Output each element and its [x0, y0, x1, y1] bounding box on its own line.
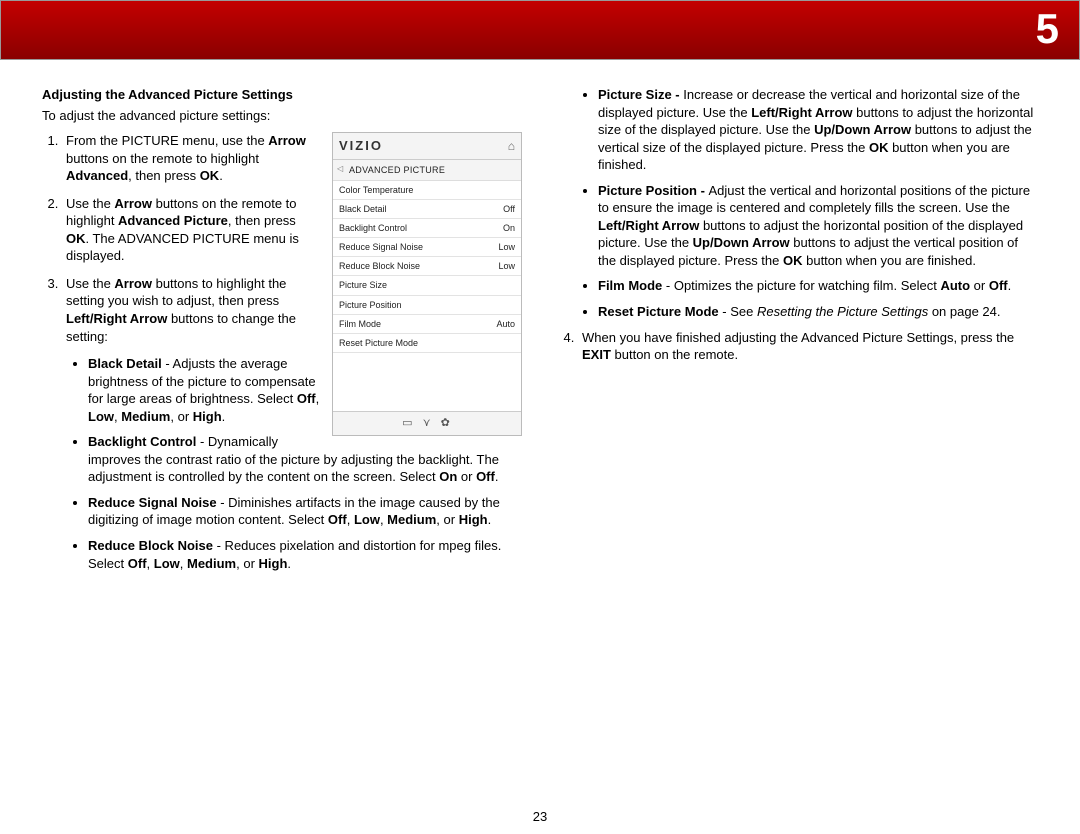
vizio-logo: VIZIO	[339, 137, 383, 155]
osd-footer: ▭ ⋎ ✿	[333, 411, 521, 435]
opt-picture-position: Picture Position - Adjust the vertical a…	[598, 182, 1038, 270]
osd-title: ADVANCED PICTURE	[333, 160, 521, 181]
opt-backlight-control: Backlight Control - Dynamically improves…	[88, 433, 522, 486]
manual-page: 5 Adjusting the Advanced Picture Setting…	[0, 0, 1080, 834]
osd-row: Reduce Block NoiseLow	[333, 257, 521, 276]
osd-body: Color TemperatureBlack DetailOffBackligh…	[333, 181, 521, 411]
opt-reset-picture-mode: Reset Picture Mode - See Resetting the P…	[598, 303, 1038, 321]
opt-reduce-signal-noise: Reduce Signal Noise - Diminishes artifac…	[88, 494, 522, 529]
intro-text: To adjust the advanced picture settings:	[42, 107, 522, 125]
opt-reduce-block-noise: Reduce Block Noise - Reduces pixelation …	[88, 537, 522, 572]
osd-row: Film ModeAuto	[333, 315, 521, 334]
footer-icon-wide: ▭	[402, 416, 414, 431]
osd-row: Picture Position	[333, 296, 521, 315]
opt-picture-size: Picture Size - Increase or decrease the …	[598, 86, 1038, 174]
step-4: When you have finished adjusting the Adv…	[578, 329, 1038, 364]
footer-icon-v: ⋎	[423, 416, 433, 431]
chapter-number: 5	[1036, 5, 1059, 53]
osd-menu-illustration: VIZIO ⌂ ADVANCED PICTURE Color Temperatu…	[332, 132, 522, 436]
home-icon: ⌂	[508, 138, 515, 154]
left-column: Adjusting the Advanced Picture Settings …	[42, 86, 522, 582]
osd-row: Reduce Signal NoiseLow	[333, 238, 521, 257]
footer-icon-gear: ✿	[441, 416, 452, 431]
section-heading: Adjusting the Advanced Picture Settings	[42, 86, 522, 104]
right-column: Picture Size - Increase or decrease the …	[558, 86, 1038, 582]
osd-row: Reset Picture Mode	[333, 334, 521, 353]
steps-wrapper: VIZIO ⌂ ADVANCED PICTURE Color Temperatu…	[42, 132, 522, 582]
steps-continued: When you have finished adjusting the Adv…	[558, 329, 1038, 364]
osd-row: Picture Size	[333, 276, 521, 295]
options-continued: Picture Size - Increase or decrease the …	[558, 86, 1038, 321]
osd-row: Color Temperature	[333, 181, 521, 200]
osd-row: Backlight ControlOn	[333, 219, 521, 238]
page-content: Adjusting the Advanced Picture Settings …	[42, 86, 1042, 582]
osd-row: Black DetailOff	[333, 200, 521, 219]
opt-film-mode: Film Mode - Optimizes the picture for wa…	[598, 277, 1038, 295]
page-number: 23	[0, 809, 1080, 824]
osd-header: VIZIO ⌂	[333, 133, 521, 160]
chapter-banner: 5	[0, 0, 1080, 60]
